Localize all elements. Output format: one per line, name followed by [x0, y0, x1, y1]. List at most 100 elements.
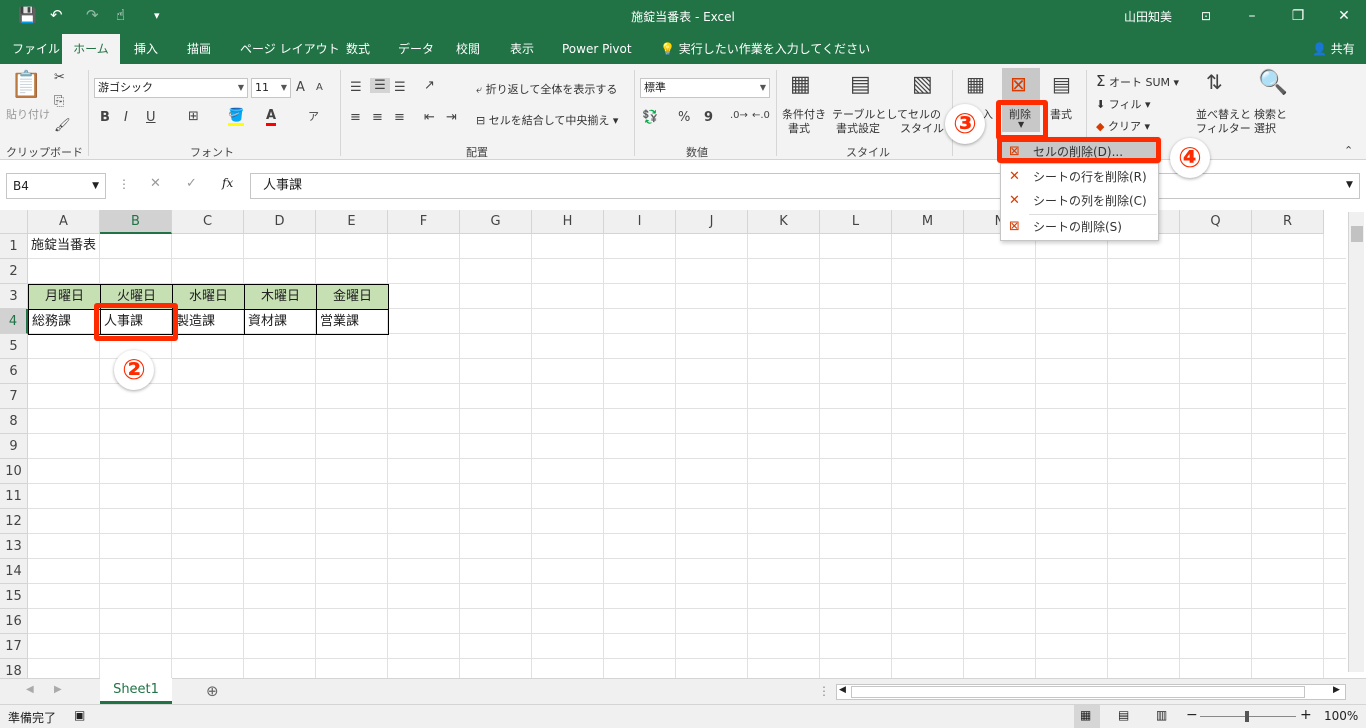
find-select-label-2[interactable]: 選択 [1254, 120, 1276, 136]
select-all-corner[interactable] [0, 210, 28, 234]
row-header-9[interactable]: 9 [0, 434, 28, 459]
horizontal-scrollbar[interactable]: ◀ ▶ [836, 684, 1346, 700]
sheet-tab-sheet1[interactable]: Sheet1 [100, 678, 172, 704]
row-header-7[interactable]: 7 [0, 384, 28, 409]
name-box[interactable]: B4 ▼ [6, 173, 106, 199]
row-header-8[interactable]: 8 [0, 409, 28, 434]
enter-check-icon[interactable]: ✓ [186, 176, 197, 191]
page-break-view-icon[interactable]: ▥ [1156, 708, 1167, 722]
tab-formulas[interactable]: 数式 [336, 34, 380, 64]
tab-review[interactable]: 校閲 [446, 34, 490, 64]
font-color-icon[interactable]: A [266, 108, 277, 126]
copy-icon[interactable]: ⎘ [54, 94, 64, 109]
share-button[interactable]: 👤 共有 [1312, 34, 1355, 64]
border-icon[interactable]: ⊞ [188, 109, 199, 124]
worksheet-grid[interactable]: ABCDEFGHIJKLMNOPQR 123456789101112131415… [0, 210, 1346, 678]
fill-button[interactable]: ⬇ フィル ▾ [1096, 96, 1151, 112]
fill-color-icon[interactable]: 🪣 [228, 108, 245, 126]
italic-button[interactable]: I [124, 110, 128, 125]
cell-d4[interactable]: 資材課 [244, 309, 317, 335]
tab-home[interactable]: ホーム [62, 34, 120, 64]
column-header-q[interactable]: Q [1180, 210, 1252, 234]
wrap-text-button[interactable]: ⤶ 折り返して全体を表示する [476, 81, 617, 97]
user-name[interactable]: 山田知美 [1124, 8, 1172, 25]
format-cells-label[interactable]: 書式 [1050, 106, 1072, 122]
row-header-16[interactable]: 16 [0, 609, 28, 634]
restore-button[interactable]: ❐ [1278, 4, 1318, 28]
align-left-icon[interactable]: ≡ [350, 110, 361, 125]
row-header-10[interactable]: 10 [0, 459, 28, 484]
paste-icon[interactable]: 📋 [10, 70, 42, 104]
cell-c4[interactable]: 製造課 [172, 309, 245, 335]
column-header-j[interactable]: J [676, 210, 748, 234]
normal-view-button[interactable]: ▦ [1074, 705, 1100, 728]
cell-a4[interactable]: 総務課 [28, 309, 101, 335]
decrease-decimal-icon[interactable]: ←.0 [752, 110, 770, 121]
format-as-table-label-2[interactable]: 書式設定 [836, 120, 880, 136]
column-header-a[interactable]: A [28, 210, 100, 234]
row-header-17[interactable]: 17 [0, 634, 28, 659]
collapse-ribbon-icon[interactable]: ⌃ [1344, 144, 1353, 157]
column-header-d[interactable]: D [244, 210, 316, 234]
next-sheet-icon[interactable]: ▶ [54, 684, 62, 695]
ribbon-display-options-icon[interactable]: ⊡ [1186, 4, 1226, 28]
sort-filter-label-2[interactable]: フィルター [1196, 120, 1251, 136]
scroll-left-icon[interactable]: ◀ [839, 685, 846, 695]
column-header-c[interactable]: C [172, 210, 244, 234]
column-header-g[interactable]: G [460, 210, 532, 234]
sort-filter-icon[interactable]: ⇅ [1206, 70, 1223, 94]
row-header-13[interactable]: 13 [0, 534, 28, 559]
row-header-15[interactable]: 15 [0, 584, 28, 609]
column-header-l[interactable]: L [820, 210, 892, 234]
menu-delete-rows[interactable]: ✕ シートの行を削除(R) [1001, 165, 1158, 189]
align-middle-icon[interactable]: ☰ [370, 78, 390, 93]
align-right-icon[interactable]: ≡ [394, 110, 405, 125]
conditional-format-label-2[interactable]: 書式 [788, 120, 810, 136]
grow-font-button[interactable]: A [296, 80, 305, 95]
minimize-button[interactable]: – [1232, 4, 1272, 28]
increase-indent-icon[interactable]: ⇥ [446, 110, 457, 125]
tab-insert[interactable]: 挿入 [124, 34, 168, 64]
phonetic-icon[interactable]: ア [308, 108, 319, 124]
clear-button[interactable]: ◆ クリア ▾ [1096, 118, 1150, 134]
cell-styles-label-2[interactable]: スタイル [900, 120, 944, 136]
align-top-icon[interactable]: ☰ [350, 80, 362, 95]
tab-file[interactable]: ファイル [2, 34, 70, 64]
row-header-4[interactable]: 4 [0, 309, 28, 334]
zoom-level[interactable]: 100% [1324, 709, 1358, 723]
column-header-m[interactable]: M [892, 210, 964, 234]
zoom-in-icon[interactable]: + [1300, 707, 1312, 723]
tab-data[interactable]: データ [388, 34, 444, 64]
row-header-12[interactable]: 12 [0, 509, 28, 534]
format-as-table-icon[interactable]: ▤ [850, 72, 871, 97]
zoom-slider-thumb[interactable] [1245, 711, 1249, 722]
cell-d3[interactable]: 木曜日 [244, 284, 317, 310]
format-cells-icon[interactable]: ▤ [1052, 72, 1071, 96]
row-header-2[interactable]: 2 [0, 259, 28, 284]
align-center-icon[interactable]: ≡ [372, 110, 383, 125]
increase-decimal-icon[interactable]: .0→ [730, 110, 748, 121]
column-header-h[interactable]: H [532, 210, 604, 234]
merge-center-button[interactable]: ⊟ セルを結合して中央揃え ▾ [476, 112, 618, 128]
cell-styles-icon[interactable]: ▧ [912, 72, 933, 97]
insert-cells-icon[interactable]: ▦ [966, 72, 985, 96]
number-format-select[interactable]: 標準 ▼ [640, 78, 770, 98]
menu-delete-columns[interactable]: ✕ シートの列を削除(C) [1001, 189, 1158, 213]
conditional-format-icon[interactable]: ▦ [790, 72, 811, 97]
row-header-3[interactable]: 3 [0, 284, 28, 309]
menu-delete-sheet[interactable]: ⊠ シートの削除(S) [1001, 215, 1158, 239]
cell-e3[interactable]: 金曜日 [316, 284, 389, 310]
page-layout-view-icon[interactable]: ▤ [1118, 708, 1129, 722]
bold-button[interactable]: B [100, 110, 110, 125]
tell-me-search[interactable]: 💡 実行したい作業を入力してください [660, 34, 870, 64]
format-painter-icon[interactable]: 🖌 [54, 118, 71, 133]
cell-c3[interactable]: 水曜日 [172, 284, 245, 310]
close-button[interactable]: ✕ [1324, 4, 1364, 28]
row-header-5[interactable]: 5 [0, 334, 28, 359]
cancel-icon[interactable]: ✕ [150, 176, 161, 191]
row-header-6[interactable]: 6 [0, 359, 28, 384]
underline-button[interactable]: U [146, 110, 156, 125]
horizontal-scroll-thumb[interactable] [851, 686, 1305, 698]
paste-label[interactable]: 貼り付け [6, 106, 50, 122]
macro-record-icon[interactable]: ▣ [74, 708, 85, 722]
